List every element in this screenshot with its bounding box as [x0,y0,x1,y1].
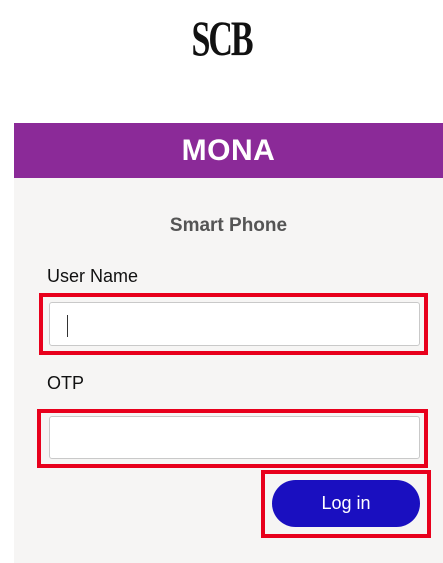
login-card: MONA Smart Phone User Name OTP Log in [14,123,443,563]
card-header-title: MONA [14,123,443,178]
text-caret [67,315,68,337]
otp-label: OTP [47,373,85,393]
login-subtitle: Smart Phone [169,215,288,236]
login-page: SCB MONA Smart Phone User Name OTP Log i… [0,0,443,563]
otp-input[interactable] [49,416,420,459]
username-input[interactable] [49,302,420,346]
login-button[interactable]: Log in [272,480,420,527]
username-label: User Name [47,266,139,286]
scb-logo: SCB [191,10,253,66]
